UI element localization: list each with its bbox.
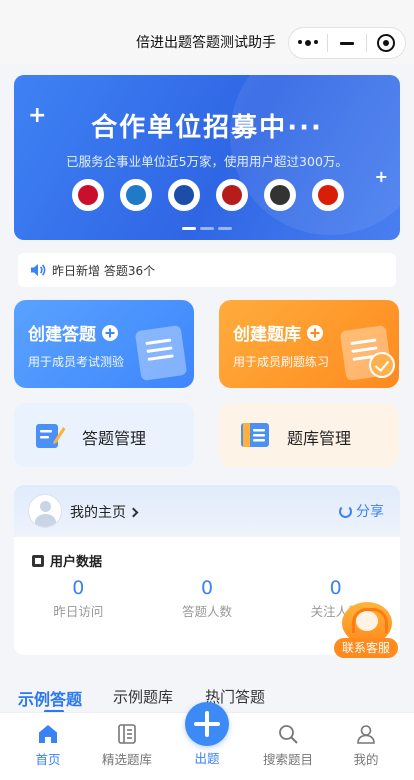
create-quiz-card[interactable]: 创建答题 用于成员考试测验	[14, 300, 194, 388]
share-button[interactable]: 分享	[339, 501, 384, 521]
close-button[interactable]	[367, 28, 405, 58]
plus-icon	[102, 324, 118, 341]
mascot-logo	[264, 179, 296, 211]
fire-rescue-logo	[216, 179, 248, 211]
data-icon	[32, 554, 44, 567]
create-bank-title: 创建题库	[233, 325, 301, 345]
search-icon	[279, 725, 298, 744]
nav-featured-bank[interactable]: 精选题库	[87, 713, 167, 768]
my-homepage-link[interactable]: 我的主页	[70, 502, 139, 522]
check-icon	[369, 352, 395, 378]
book-icon	[118, 724, 136, 744]
police-logo	[168, 179, 200, 211]
document-icon	[134, 325, 188, 381]
tab-example-bank[interactable]: 示例题库	[113, 686, 173, 707]
bank-manage-card[interactable]: 题库管理	[219, 403, 399, 467]
more-dots-icon	[298, 40, 318, 46]
stat-yesterday-visits: 0 昨日访问	[53, 577, 104, 619]
create-quiz-subtitle: 用于成员考试测验	[28, 355, 125, 369]
carousel-indicator	[182, 227, 232, 230]
promo-banner[interactable]: + + 合作单位招募中··· 已服务企事业单位近5万家，使用用户超过300万。	[14, 75, 400, 240]
user-data-heading: 用户数据	[32, 551, 102, 570]
plus-icon	[307, 324, 323, 341]
partner-logos	[72, 179, 344, 211]
notice-bar: 昨日新增 答题36个	[18, 253, 396, 287]
emblem-logo	[72, 179, 104, 211]
create-bank-card[interactable]: 创建题库 用于成员刷题练习	[219, 300, 399, 388]
user-icon	[357, 725, 375, 744]
customer-service-button[interactable]: 联系客服	[334, 600, 398, 660]
home-icon	[39, 725, 57, 743]
tab-example-quiz[interactable]: 示例答题	[18, 686, 82, 710]
mini-program-capsule	[288, 27, 406, 59]
nav-home[interactable]: 首页	[8, 713, 88, 768]
list-book-icon	[241, 423, 269, 447]
customer-service-label: 联系客服	[334, 638, 398, 658]
chevron-right-icon	[128, 507, 139, 518]
create-quiz-title: 创建答题	[28, 325, 96, 345]
quiz-manage-label: 答题管理	[82, 429, 147, 448]
create-question-label: 出题	[194, 751, 220, 766]
avatar[interactable]	[28, 494, 62, 528]
target-icon	[377, 34, 395, 52]
nav-search[interactable]: 搜索题目	[248, 713, 328, 768]
more-button[interactable]	[289, 28, 327, 58]
speaker-icon	[31, 264, 46, 276]
top-bar: 倍进出题答题测试助手	[0, 0, 414, 64]
share-icon	[339, 504, 352, 518]
bank-manage-label: 题库管理	[287, 429, 352, 448]
app-title: 倍进出题答题测试助手	[136, 35, 276, 51]
banner-title: 合作单位招募中···	[91, 113, 323, 143]
edit-document-icon	[36, 424, 66, 448]
league-logo	[312, 179, 344, 211]
banner-subtitle: 已服务企事业单位近5万家，使用用户超过300万。	[66, 154, 348, 169]
quiz-manage-card[interactable]: 答题管理	[14, 403, 194, 467]
minimize-icon	[340, 41, 354, 45]
notice-text: 昨日新增 答题36个	[52, 263, 156, 278]
nav-mine[interactable]: 我的	[326, 713, 406, 768]
create-question-button[interactable]	[185, 702, 229, 746]
stat-participants: 0 答题人数	[182, 577, 233, 619]
create-bank-subtitle: 用于成员刷题练习	[233, 355, 330, 369]
minimize-button[interactable]	[328, 28, 366, 58]
agency-logo	[120, 179, 152, 211]
